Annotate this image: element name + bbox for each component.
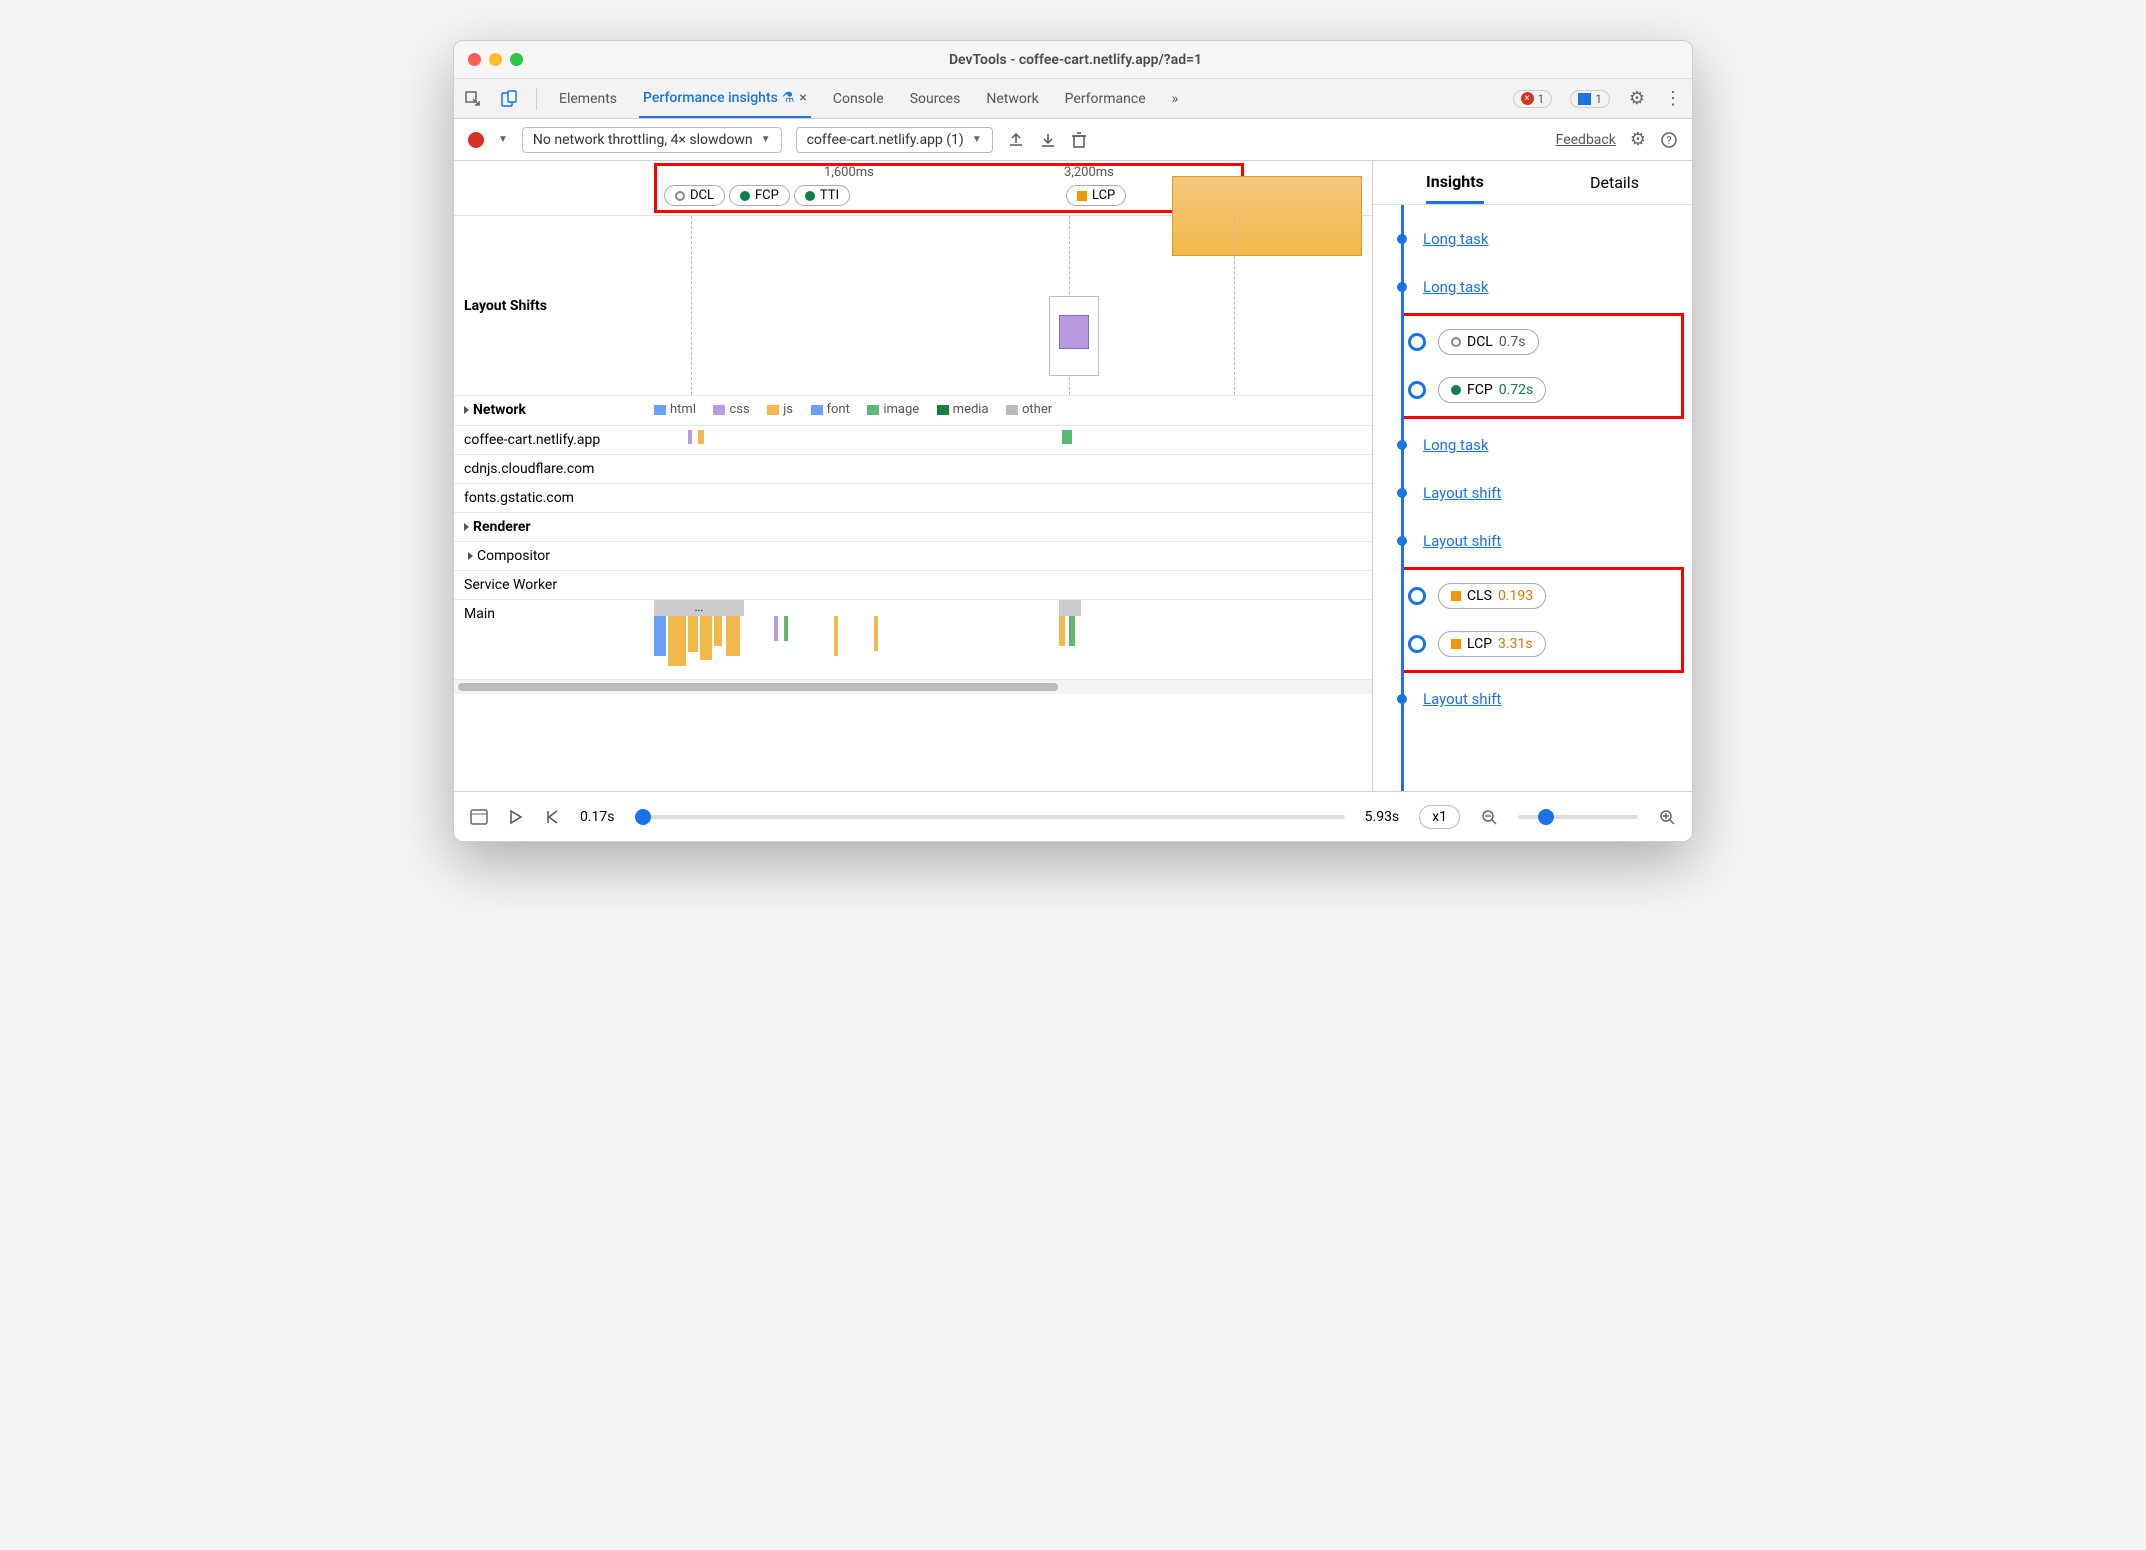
feedback-link[interactable]: Feedback (1556, 132, 1616, 148)
export-icon[interactable] (1007, 131, 1025, 149)
section-network[interactable]: Network (454, 396, 654, 425)
gear-icon[interactable]: ⚙ (1628, 90, 1646, 108)
net-host-1: cdnjs.cloudflare.com (454, 455, 654, 483)
zoom-in-icon[interactable] (1658, 808, 1676, 826)
zoom-out-icon[interactable] (1480, 808, 1498, 826)
insight-link[interactable]: Layout shift (1423, 532, 1501, 550)
session-select[interactable]: coffee-cart.netlify.app (1)▼ (796, 127, 993, 153)
player-end-time: 5.93s (1365, 809, 1400, 825)
net-host-2: fonts.gstatic.com (454, 484, 654, 512)
flame-graph[interactable]: ... (654, 600, 1372, 679)
long-task-block[interactable] (1172, 176, 1362, 256)
tab-insights[interactable]: Insights (1426, 162, 1484, 204)
help-icon[interactable]: ? (1660, 131, 1678, 149)
tab-performance-insights[interactable]: Performance insights ⚗× (639, 79, 811, 118)
device-toggle-icon[interactable] (500, 90, 518, 108)
titlebar: DevTools - coffee-cart.netlify.app/?ad=1 (454, 41, 1692, 79)
dcl-metric[interactable]: DCL 0.7s (1438, 329, 1539, 355)
tab-network[interactable]: Network (982, 79, 1042, 118)
h-scrollbar[interactable] (454, 680, 1372, 694)
player-start-time: 0.17s (580, 809, 615, 825)
throttle-select[interactable]: No network throttling, 4× slowdown▼ (522, 127, 782, 153)
devtools-window: DevTools - coffee-cart.netlify.app/?ad=1… (453, 40, 1693, 842)
record-button[interactable] (468, 132, 484, 148)
chevron-down-icon: ▼ (972, 134, 982, 145)
insight-link[interactable]: Long task (1423, 436, 1488, 454)
zoom-slider[interactable] (1518, 815, 1638, 819)
highlight-box-dcl-fcp: DCL 0.7s FCP 0.72s (1401, 313, 1684, 419)
chevron-down-icon: ▼ (761, 134, 771, 145)
inspect-icon[interactable] (464, 90, 482, 108)
main-tabbar: Elements Performance insights ⚗× Console… (454, 79, 1692, 119)
net-host-0: coffee-cart.netlify.app (454, 426, 654, 454)
tabs-overflow[interactable]: » (1168, 79, 1183, 118)
player-bar: 0.17s 5.93s x1 (454, 791, 1692, 841)
timeline-panel: 1,600ms 3,200ms DCL FCP TTI LCP Layout S… (454, 161, 1372, 791)
flask-icon: ⚗ (782, 90, 795, 106)
tab-elements[interactable]: Elements (555, 79, 621, 118)
lcp-metric[interactable]: LCP 3.31s (1438, 631, 1546, 657)
tab-sources[interactable]: Sources (906, 79, 965, 118)
more-menu-icon[interactable]: ⋮ (1664, 90, 1682, 108)
playback-speed[interactable]: x1 (1419, 805, 1460, 829)
seek-start-icon[interactable] (544, 809, 560, 825)
section-layout-shifts: Layout Shifts (454, 216, 654, 395)
play-icon[interactable] (508, 809, 524, 825)
window-title: DevTools - coffee-cart.netlify.app/?ad=1 (531, 52, 1620, 68)
highlight-box-cls-lcp: CLS 0.193 LCP 3.31s (1401, 567, 1684, 673)
tab-close-icon[interactable]: × (799, 90, 806, 106)
console-drawer-icon[interactable] (470, 809, 488, 825)
section-renderer[interactable]: Renderer (454, 513, 654, 541)
insight-link[interactable]: Long task (1423, 230, 1488, 248)
traffic-close[interactable] (468, 53, 481, 66)
delete-icon[interactable] (1071, 131, 1087, 149)
gear-icon[interactable]: ⚙ (1630, 129, 1646, 150)
insight-link[interactable]: Layout shift (1423, 484, 1501, 502)
highlight-box-timeline (654, 163, 1244, 213)
fcp-metric[interactable]: FCP 0.72s (1438, 377, 1546, 403)
svg-text:?: ? (1666, 134, 1671, 147)
record-menu-caret[interactable]: ▼ (498, 134, 508, 145)
insight-link[interactable]: Layout shift (1423, 690, 1501, 708)
message-icon (1578, 93, 1591, 105)
cls-metric[interactable]: CLS 0.193 (1438, 583, 1546, 609)
error-icon: × (1521, 92, 1534, 105)
error-badge[interactable]: ×1 (1513, 90, 1553, 108)
row-compositor[interactable]: Compositor (454, 542, 654, 570)
traffic-min[interactable] (489, 53, 502, 66)
download-icon[interactable] (1039, 131, 1057, 149)
tab-console[interactable]: Console (829, 79, 888, 118)
row-main: Main (454, 600, 654, 679)
insight-link[interactable]: Long task (1423, 278, 1488, 296)
traffic-max[interactable] (510, 53, 523, 66)
insights-toolbar: ▼ No network throttling, 4× slowdown▼ co… (454, 119, 1692, 161)
playback-slider[interactable] (635, 815, 1345, 819)
insights-panel: Insights Details Long task Long task DCL… (1372, 161, 1692, 791)
screenshot-thumb[interactable] (1049, 296, 1099, 376)
tab-details[interactable]: Details (1590, 163, 1639, 202)
row-service-worker: Service Worker (454, 571, 654, 599)
tab-performance[interactable]: Performance (1061, 79, 1150, 118)
message-badge[interactable]: 1 (1570, 90, 1610, 108)
